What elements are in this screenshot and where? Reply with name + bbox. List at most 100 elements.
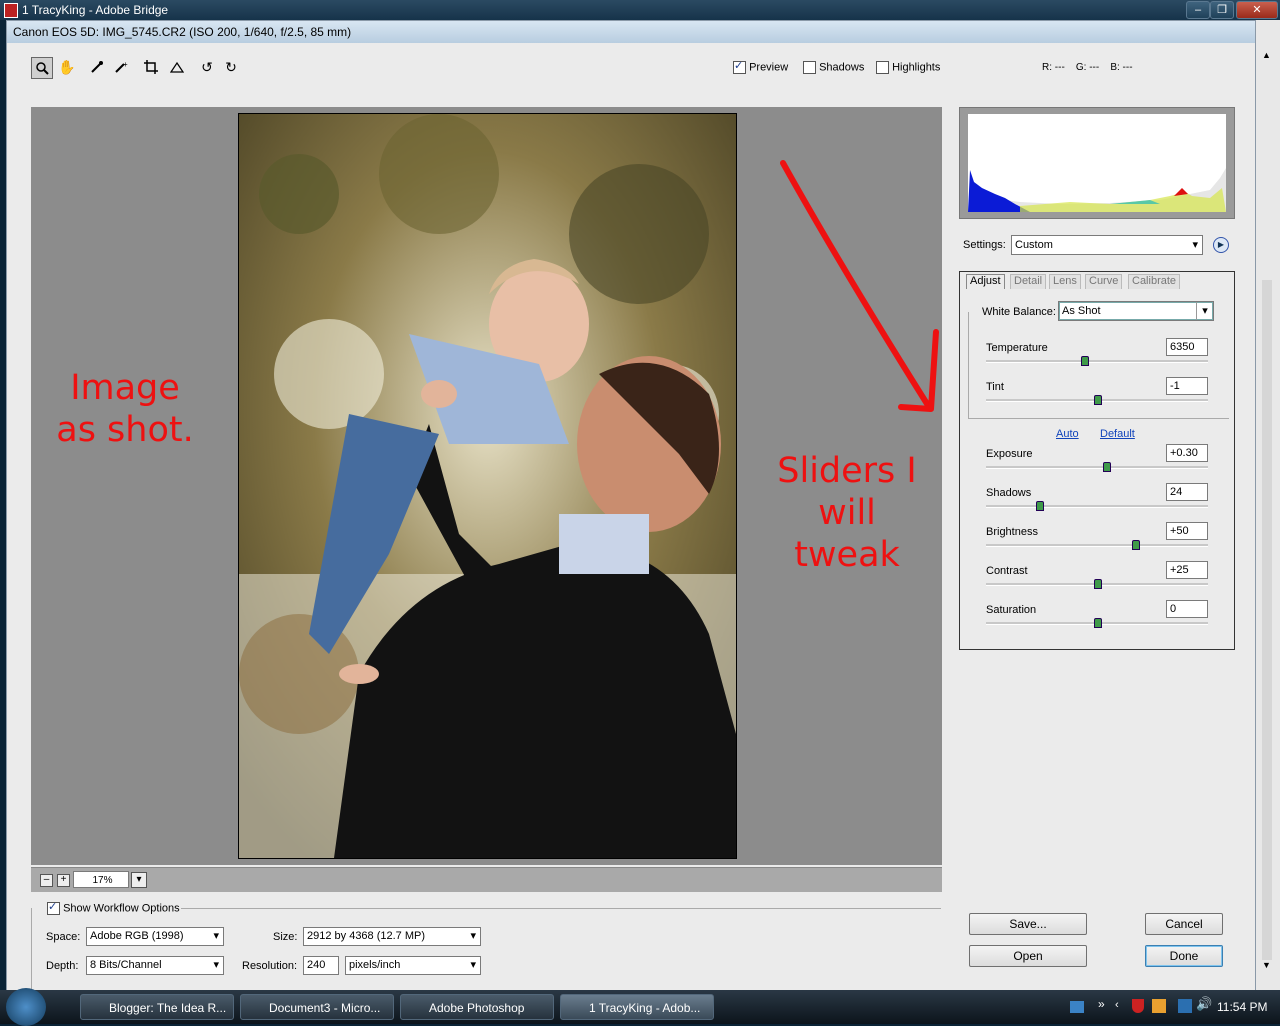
tray-warning-icon[interactable] bbox=[1152, 999, 1166, 1013]
bridge-app-icon bbox=[4, 3, 18, 18]
resolution-label: Resolution: bbox=[242, 960, 298, 972]
saturation-value-field[interactable]: 0 bbox=[1166, 600, 1208, 618]
tab-curve[interactable]: Curve bbox=[1085, 274, 1123, 289]
annotation-sliders: Sliders I will tweak bbox=[747, 450, 947, 576]
highlights-checkbox-group[interactable]: Highlights bbox=[876, 61, 940, 74]
show-workflow-label: Show Workflow Options bbox=[63, 902, 180, 915]
adjust-panel: Adjust Detail Lens Curve Calibrate White… bbox=[959, 271, 1235, 650]
taskbar-item-blogger[interactable]: Blogger: The Idea R... bbox=[80, 994, 234, 1020]
histogram bbox=[959, 107, 1235, 219]
taskbar-item-photoshop[interactable]: Adobe Photoshop bbox=[400, 994, 554, 1020]
shadows-label: Shadows bbox=[986, 487, 1032, 499]
tint-slider-thumb[interactable] bbox=[1094, 395, 1102, 405]
scroll-up-icon[interactable]: ▲ bbox=[1262, 50, 1271, 60]
straighten-tool-icon[interactable] bbox=[167, 57, 187, 77]
contrast-label: Contrast bbox=[986, 565, 1028, 577]
bridge-title-bar: 1 TracyKing - Adobe Bridge – ❐ ✕ bbox=[0, 0, 1280, 20]
color-sampler-tool-icon[interactable]: + bbox=[111, 57, 131, 77]
tray-arrow-icon[interactable]: ‹ bbox=[1115, 999, 1119, 1011]
annotation-line: Sliders I will bbox=[777, 451, 917, 533]
resolution-unit-select[interactable]: pixels/inch bbox=[345, 956, 481, 975]
show-workflow-checkbox[interactable] bbox=[47, 900, 60, 915]
brightness-slider-track[interactable] bbox=[986, 544, 1208, 547]
tray-network-icon[interactable] bbox=[1070, 1001, 1084, 1013]
default-link[interactable]: Default bbox=[1100, 428, 1135, 440]
zoom-tool-icon[interactable] bbox=[31, 57, 53, 79]
contrast-slider-thumb[interactable] bbox=[1094, 579, 1102, 589]
auto-link[interactable]: Auto bbox=[1056, 428, 1079, 440]
shadows-slider-track[interactable] bbox=[986, 505, 1208, 508]
exposure-value-field[interactable]: +0.30 bbox=[1166, 444, 1208, 462]
annotation-line: Image bbox=[70, 368, 180, 408]
temperature-value-field[interactable]: 6350 bbox=[1166, 338, 1208, 356]
rotate-right-icon[interactable]: ↻ bbox=[221, 57, 241, 77]
rotate-left-icon[interactable]: ↺ bbox=[197, 57, 217, 77]
size-select[interactable]: 2912 by 4368 (12.7 MP) bbox=[303, 927, 481, 946]
shadows-label: Shadows bbox=[819, 61, 865, 74]
save-button[interactable]: Save... bbox=[969, 913, 1087, 935]
annotation-image-as-shot: Image as shot. bbox=[45, 367, 205, 451]
shadows-checkbox[interactable] bbox=[803, 61, 816, 74]
zoom-in-button[interactable]: + bbox=[57, 874, 70, 887]
taskbar-item-bridge[interactable]: 1 TracyKing - Adob... bbox=[560, 994, 714, 1020]
brightness-value-field[interactable]: +50 bbox=[1166, 522, 1208, 540]
highlights-checkbox[interactable] bbox=[876, 61, 889, 74]
zoom-dropdown-button[interactable]: ▾ bbox=[131, 872, 147, 888]
highlights-label: Highlights bbox=[892, 61, 941, 74]
bridge-background-panel: ▲ ▼ bbox=[1256, 20, 1280, 990]
minimize-button[interactable]: – bbox=[1186, 1, 1210, 19]
tab-calibrate[interactable]: Calibrate bbox=[1128, 274, 1181, 289]
preview-checkbox[interactable] bbox=[733, 59, 746, 74]
exposure-slider-track[interactable] bbox=[986, 466, 1208, 469]
scrollbar-track[interactable] bbox=[1262, 280, 1272, 960]
temperature-slider-thumb[interactable] bbox=[1081, 356, 1089, 366]
temperature-slider-track[interactable] bbox=[986, 360, 1208, 363]
white-balance-select[interactable]: As Shot ▾ bbox=[1058, 301, 1214, 321]
settings-value: Custom bbox=[1015, 239, 1053, 251]
zoom-level-field[interactable]: 17% bbox=[73, 871, 129, 888]
tray-volume-icon[interactable]: 🔊 bbox=[1196, 996, 1212, 1012]
tab-detail[interactable]: Detail bbox=[1010, 274, 1047, 289]
exposure-slider-thumb[interactable] bbox=[1103, 462, 1111, 472]
image-preview-area[interactable]: Image as shot. Sliders I will tweak bbox=[31, 107, 942, 865]
contrast-value-field[interactable]: +25 bbox=[1166, 561, 1208, 579]
depth-select[interactable]: 8 Bits/Channel bbox=[86, 956, 224, 975]
settings-select[interactable]: Custom bbox=[1011, 235, 1203, 255]
camera-raw-dialog: Canon EOS 5D: IMG_5745.CR2 (ISO 200, 1/6… bbox=[6, 20, 1256, 992]
cancel-button[interactable]: Cancel bbox=[1145, 913, 1223, 935]
white-balance-tool-icon[interactable] bbox=[87, 57, 107, 77]
settings-menu-icon[interactable]: ▶ bbox=[1213, 237, 1229, 253]
close-button[interactable]: ✕ bbox=[1236, 1, 1278, 19]
shadows-value-field[interactable]: 24 bbox=[1166, 483, 1208, 501]
tray-shield-icon[interactable] bbox=[1132, 999, 1144, 1013]
shadows-checkbox-group[interactable]: Shadows bbox=[803, 61, 864, 74]
open-button[interactable]: Open bbox=[969, 945, 1087, 967]
tab-strip: Adjust Detail Lens Curve Calibrate bbox=[960, 272, 1234, 290]
scroll-down-icon[interactable]: ▼ bbox=[1262, 960, 1271, 970]
annotation-line: as shot. bbox=[56, 410, 194, 450]
tab-lens[interactable]: Lens bbox=[1049, 274, 1081, 289]
saturation-slider-thumb[interactable] bbox=[1094, 618, 1102, 628]
tint-value-field[interactable]: -1 bbox=[1166, 377, 1208, 395]
tray-expand-icon[interactable]: » bbox=[1098, 997, 1105, 1011]
workflow-left-border bbox=[31, 908, 32, 990]
show-workflow-group[interactable]: Show Workflow Options bbox=[47, 900, 180, 915]
space-select[interactable]: Adobe RGB (1998) bbox=[86, 927, 224, 946]
preview-checkbox-group[interactable]: Preview bbox=[733, 59, 788, 74]
shadows-slider-thumb[interactable] bbox=[1036, 501, 1044, 511]
resolution-input[interactable]: 240 bbox=[303, 956, 339, 975]
raw-image-preview bbox=[238, 113, 737, 859]
crop-tool-icon[interactable] bbox=[141, 57, 161, 77]
tray-connection-icon[interactable] bbox=[1178, 999, 1192, 1013]
done-button[interactable]: Done bbox=[1145, 945, 1223, 967]
tab-adjust[interactable]: Adjust bbox=[966, 274, 1005, 289]
brightness-slider-thumb[interactable] bbox=[1132, 540, 1140, 550]
taskbar-item-document3[interactable]: Document3 - Micro... bbox=[240, 994, 394, 1020]
start-button[interactable] bbox=[6, 988, 46, 1026]
zoom-out-button[interactable]: – bbox=[40, 874, 53, 887]
exposure-label: Exposure bbox=[986, 448, 1033, 460]
white-balance-dropdown-icon[interactable]: ▾ bbox=[1196, 302, 1213, 320]
restore-button[interactable]: ❐ bbox=[1210, 1, 1234, 19]
hand-tool-icon[interactable]: ✋ bbox=[57, 57, 77, 77]
white-balance-value: As Shot bbox=[1062, 305, 1101, 317]
